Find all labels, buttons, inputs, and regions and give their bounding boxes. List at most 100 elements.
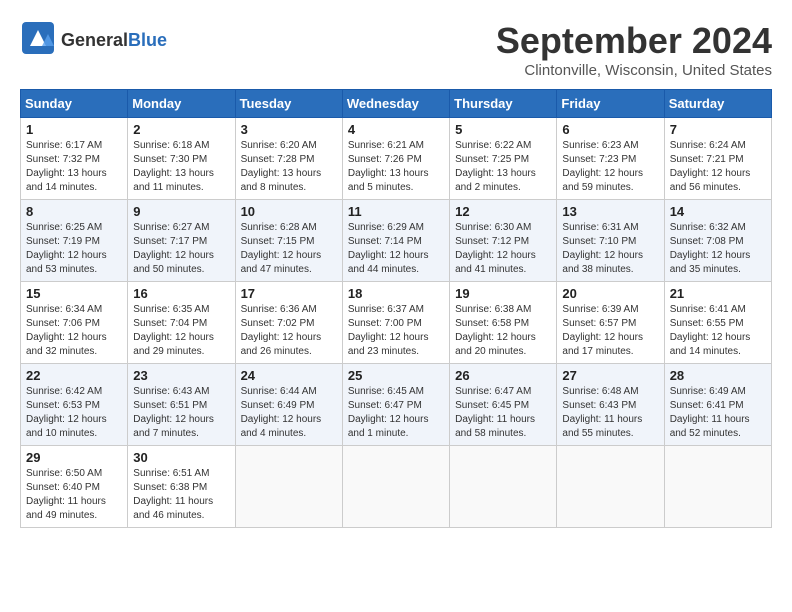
day-number: 2 — [133, 122, 229, 137]
calendar-day-cell: 15 Sunrise: 6:34 AMSunset: 7:06 PMDayligh… — [21, 282, 128, 364]
day-number: 25 — [348, 368, 444, 383]
day-info: Sunrise: 6:47 AMSunset: 6:45 PMDaylight:… — [455, 385, 551, 441]
day-number: 20 — [562, 286, 658, 301]
day-info: Sunrise: 6:23 AMSunset: 7:23 PMDaylight:… — [562, 139, 658, 195]
calendar-day-cell: 14Sunrise: 6:32 AMSunset: 7:08 PMDayligh… — [664, 200, 771, 282]
day-number: 30 — [133, 450, 229, 465]
day-info: Sunrise: 6:48 AMSunset: 6:43 PMDaylight:… — [562, 385, 658, 441]
day-info: Sunrise: 6:29 AMSunset: 7:14 PMDaylight:… — [348, 221, 444, 277]
day-number: 22 — [26, 368, 122, 383]
day-info: Sunrise: 6:27 AMSunset: 7:17 PMDaylight:… — [133, 221, 229, 277]
logo-general-text: General — [61, 31, 128, 51]
calendar-week-row: 1 Sunrise: 6:17 AMSunset: 7:32 PMDaylight… — [21, 118, 772, 200]
day-number: 23 — [133, 368, 229, 383]
logo-blue-text: Blue — [128, 31, 167, 51]
calendar-week-row: 8 Sunrise: 6:25 AMSunset: 7:19 PMDaylight… — [21, 200, 772, 282]
calendar-day-cell: 9Sunrise: 6:27 AMSunset: 7:17 PMDaylight… — [128, 200, 235, 282]
calendar-day-cell: 6 Sunrise: 6:23 AMSunset: 7:23 PMDaylight… — [557, 118, 664, 200]
day-number: 1 — [26, 122, 122, 137]
calendar-day-cell: 16 Sunrise: 6:35 AMSunset: 7:04 PMDayligh… — [128, 282, 235, 364]
calendar-day-cell: 25 Sunrise: 6:45 AMSunset: 6:47 PMDayligh… — [342, 364, 449, 446]
title-area: September 2024 Clintonville, Wisconsin, … — [496, 20, 772, 79]
calendar-day-cell — [664, 446, 771, 528]
calendar-day-cell: 7 Sunrise: 6:24 AMSunset: 7:21 PMDaylight… — [664, 118, 771, 200]
calendar-header-row: SundayMondayTuesdayWednesdayThursdayFrid… — [21, 90, 772, 118]
day-of-week-header: Saturday — [664, 90, 771, 118]
day-info: Sunrise: 6:24 AMSunset: 7:21 PMDaylight:… — [670, 139, 766, 195]
day-info: Sunrise: 6:50 AMSunset: 6:40 PMDaylight:… — [26, 467, 122, 523]
logo: General Blue — [20, 20, 167, 61]
day-info: Sunrise: 6:42 AMSunset: 6:53 PMDaylight:… — [26, 385, 122, 441]
day-info: Sunrise: 6:37 AMSunset: 7:00 PMDaylight:… — [348, 303, 444, 359]
day-of-week-header: Friday — [557, 90, 664, 118]
day-of-week-header: Thursday — [450, 90, 557, 118]
day-info: Sunrise: 6:21 AMSunset: 7:26 PMDaylight:… — [348, 139, 444, 195]
day-info: Sunrise: 6:28 AMSunset: 7:15 PMDaylight:… — [241, 221, 337, 277]
day-number: 4 — [348, 122, 444, 137]
day-info: Sunrise: 6:45 AMSunset: 6:47 PMDaylight:… — [348, 385, 444, 441]
day-number: 28 — [670, 368, 766, 383]
day-info: Sunrise: 6:36 AMSunset: 7:02 PMDaylight:… — [241, 303, 337, 359]
calendar-day-cell: 30Sunrise: 6:51 AMSunset: 6:38 PMDayligh… — [128, 446, 235, 528]
day-number: 5 — [455, 122, 551, 137]
day-number: 19 — [455, 286, 551, 301]
calendar-table: SundayMondayTuesdayWednesdayThursdayFrid… — [20, 89, 772, 528]
calendar-day-cell — [450, 446, 557, 528]
day-info: Sunrise: 6:18 AMSunset: 7:30 PMDaylight:… — [133, 139, 229, 195]
calendar-day-cell: 3 Sunrise: 6:20 AMSunset: 7:28 PMDaylight… — [235, 118, 342, 200]
calendar-week-row: 22 Sunrise: 6:42 AMSunset: 6:53 PMDayligh… — [21, 364, 772, 446]
day-number: 6 — [562, 122, 658, 137]
day-of-week-header: Wednesday — [342, 90, 449, 118]
day-info: Sunrise: 6:43 AMSunset: 6:51 PMDaylight:… — [133, 385, 229, 441]
day-number: 18 — [348, 286, 444, 301]
calendar-day-cell: 8 Sunrise: 6:25 AMSunset: 7:19 PMDaylight… — [21, 200, 128, 282]
day-number: 11 — [348, 204, 444, 219]
day-info: Sunrise: 6:25 AMSunset: 7:19 PMDaylight:… — [26, 221, 122, 277]
day-number: 14 — [670, 204, 766, 219]
day-info: Sunrise: 6:44 AMSunset: 6:49 PMDaylight:… — [241, 385, 337, 441]
day-number: 10 — [241, 204, 337, 219]
calendar-day-cell: 24 Sunrise: 6:44 AMSunset: 6:49 PMDayligh… — [235, 364, 342, 446]
day-info: Sunrise: 6:17 AMSunset: 7:32 PMDaylight:… — [26, 139, 122, 195]
day-info: Sunrise: 6:22 AMSunset: 7:25 PMDaylight:… — [455, 139, 551, 195]
day-info: Sunrise: 6:39 AMSunset: 6:57 PMDaylight:… — [562, 303, 658, 359]
day-info: Sunrise: 6:35 AMSunset: 7:04 PMDaylight:… — [133, 303, 229, 359]
day-number: 29 — [26, 450, 122, 465]
day-info: Sunrise: 6:20 AMSunset: 7:28 PMDaylight:… — [241, 139, 337, 195]
page-header: General Blue September 2024 Clintonville… — [20, 20, 772, 79]
day-number: 27 — [562, 368, 658, 383]
calendar-week-row: 29 Sunrise: 6:50 AMSunset: 6:40 PMDayligh… — [21, 446, 772, 528]
day-of-week-header: Sunday — [21, 90, 128, 118]
calendar-day-cell: 10 Sunrise: 6:28 AMSunset: 7:15 PMDayligh… — [235, 200, 342, 282]
calendar-day-cell: 21Sunrise: 6:41 AMSunset: 6:55 PMDayligh… — [664, 282, 771, 364]
day-number: 26 — [455, 368, 551, 383]
day-number: 13 — [562, 204, 658, 219]
day-number: 15 — [26, 286, 122, 301]
calendar-day-cell: 5 Sunrise: 6:22 AMSunset: 7:25 PMDaylight… — [450, 118, 557, 200]
day-info: Sunrise: 6:34 AMSunset: 7:06 PMDaylight:… — [26, 303, 122, 359]
calendar-day-cell: 26 Sunrise: 6:47 AMSunset: 6:45 PMDayligh… — [450, 364, 557, 446]
logo-icon — [20, 20, 56, 56]
calendar-day-cell: 12Sunrise: 6:30 AMSunset: 7:12 PMDayligh… — [450, 200, 557, 282]
day-number: 3 — [241, 122, 337, 137]
calendar-day-cell: 18 Sunrise: 6:37 AMSunset: 7:00 PMDayligh… — [342, 282, 449, 364]
location: Clintonville, Wisconsin, United States — [496, 62, 772, 79]
day-info: Sunrise: 6:31 AMSunset: 7:10 PMDaylight:… — [562, 221, 658, 277]
calendar-day-cell: 17 Sunrise: 6:36 AMSunset: 7:02 PMDayligh… — [235, 282, 342, 364]
calendar-day-cell — [235, 446, 342, 528]
day-number: 16 — [133, 286, 229, 301]
calendar-day-cell — [342, 446, 449, 528]
month-title: September 2024 — [496, 20, 772, 62]
day-info: Sunrise: 6:30 AMSunset: 7:12 PMDaylight:… — [455, 221, 551, 277]
day-number: 7 — [670, 122, 766, 137]
calendar-day-cell — [557, 446, 664, 528]
calendar-week-row: 15 Sunrise: 6:34 AMSunset: 7:06 PMDayligh… — [21, 282, 772, 364]
calendar-day-cell: 2 Sunrise: 6:18 AMSunset: 7:30 PMDaylight… — [128, 118, 235, 200]
day-number: 17 — [241, 286, 337, 301]
calendar-day-cell: 19Sunrise: 6:38 AMSunset: 6:58 PMDayligh… — [450, 282, 557, 364]
calendar-day-cell: 1 Sunrise: 6:17 AMSunset: 7:32 PMDaylight… — [21, 118, 128, 200]
calendar-day-cell: 13 Sunrise: 6:31 AMSunset: 7:10 PMDayligh… — [557, 200, 664, 282]
day-number: 24 — [241, 368, 337, 383]
calendar-day-cell: 27 Sunrise: 6:48 AMSunset: 6:43 PMDayligh… — [557, 364, 664, 446]
day-number: 8 — [26, 204, 122, 219]
